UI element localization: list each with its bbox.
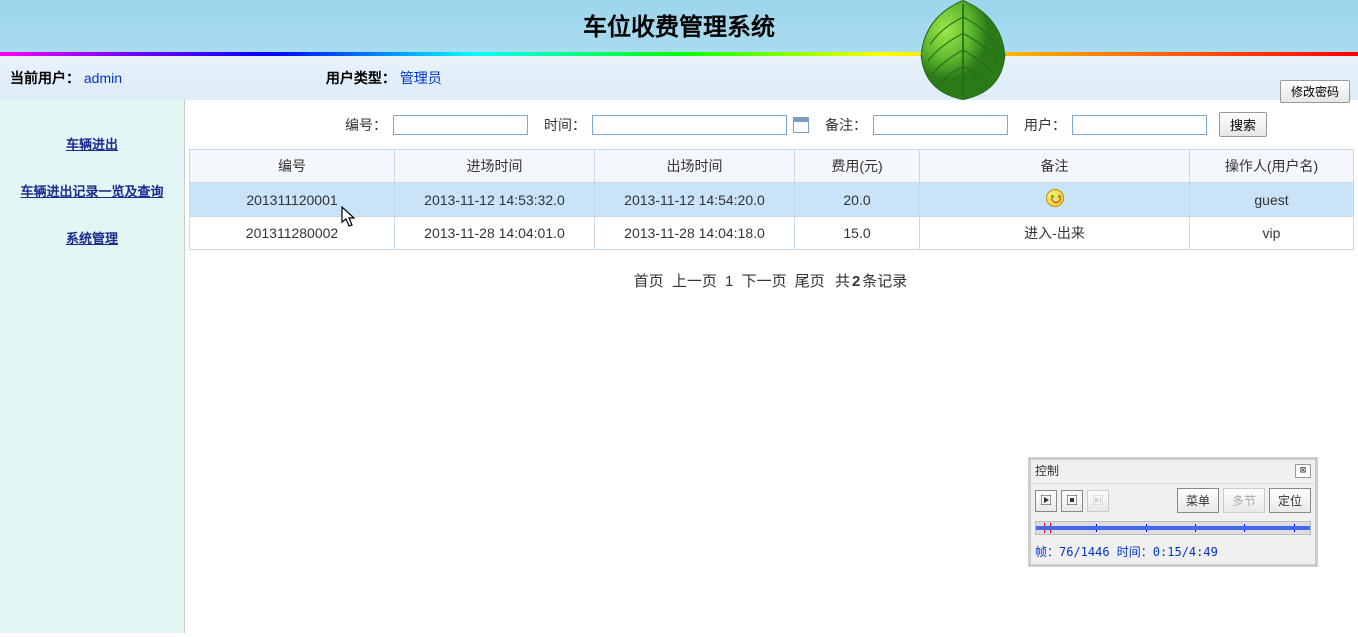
cell-note: [920, 183, 1190, 217]
control-status: 帧：76/1446 时间：0:15/4:49: [1031, 539, 1315, 564]
menu-button[interactable]: 菜单: [1177, 488, 1219, 513]
page-prev-link[interactable]: 上一页: [672, 273, 717, 290]
pagination: 首页 上一页 1 下一页 尾页 共2条记录: [185, 250, 1358, 311]
sidebar-item-system-manage[interactable]: 系统管理: [0, 214, 184, 261]
smiley-icon: [1046, 189, 1064, 207]
header-banner: 车位收费管理系统: [0, 0, 1358, 56]
app-title: 车位收费管理系统: [583, 14, 775, 41]
table-header-row: 编号 进场时间 出场时间 费用(元) 备注 操作人(用户名): [190, 150, 1354, 183]
user-type-value: 管理员: [400, 70, 442, 86]
col-header-fee: 费用(元): [795, 150, 920, 183]
control-buttons: 菜单 多节 定位: [1031, 484, 1315, 517]
control-panel: 控制 ⊠ 菜单 多节 定位 帧：76/1446 时间：0:15/4:49: [1028, 457, 1318, 567]
page-first-link[interactable]: 首页: [634, 273, 664, 290]
stop-button[interactable]: [1061, 490, 1083, 512]
search-id-input[interactable]: [393, 115, 528, 135]
progress-track[interactable]: [1035, 521, 1311, 535]
user-type-label: 用户类型：: [326, 70, 396, 86]
page-total: 共2条记录: [833, 273, 909, 290]
cell-user: guest: [1190, 183, 1354, 217]
play-button[interactable]: [1035, 490, 1057, 512]
cell-in-time: 2013-11-12 14:53:32.0: [395, 183, 595, 217]
records-table: 编号 进场时间 出场时间 费用(元) 备注 操作人(用户名) 201311120…: [189, 149, 1354, 250]
col-header-in-time: 进场时间: [395, 150, 595, 183]
col-header-note: 备注: [920, 150, 1190, 183]
search-bar: 编号： 时间： 备注： 用户： 搜索: [185, 100, 1358, 149]
table-row[interactable]: 201311120001 2013-11-12 14:53:32.0 2013-…: [190, 183, 1354, 217]
user-info-bar: 当前用户： admin 用户类型： 管理员 修改密码: [0, 56, 1358, 100]
table-row[interactable]: 201311280002 2013-11-28 14:04:01.0 2013-…: [190, 217, 1354, 250]
locate-button[interactable]: 定位: [1269, 488, 1311, 513]
search-user-label: 用户：: [1024, 115, 1066, 135]
sidebar-item-vehicle-inout[interactable]: 车辆进出: [0, 120, 184, 167]
change-password-button[interactable]: 修改密码: [1280, 80, 1350, 103]
page-current: 1: [725, 273, 733, 290]
cell-id: 201311120001: [190, 183, 395, 217]
page-next-link[interactable]: 下一页: [742, 273, 787, 290]
search-note-label: 备注：: [825, 115, 867, 135]
control-header: 控制 ⊠: [1031, 460, 1315, 484]
search-time-label: 时间：: [544, 115, 586, 135]
cell-user: vip: [1190, 217, 1354, 250]
sidebar-item-records-query[interactable]: 车辆进出记录一览及查询: [0, 167, 184, 214]
sidebar: 车辆进出 车辆进出记录一览及查询 系统管理: [0, 100, 185, 633]
skip-button: [1087, 490, 1109, 512]
search-button[interactable]: 搜索: [1219, 112, 1267, 137]
control-title: 控制: [1035, 462, 1059, 479]
multi-section-button: 多节: [1223, 488, 1265, 513]
current-user-label: 当前用户：: [10, 70, 80, 86]
col-header-id: 编号: [190, 150, 395, 183]
current-user-value: admin: [84, 70, 122, 86]
cell-out-time: 2013-11-12 14:54:20.0: [595, 183, 795, 217]
search-user-input[interactable]: [1072, 115, 1207, 135]
search-time-input[interactable]: [592, 115, 787, 135]
calendar-icon[interactable]: [793, 117, 809, 133]
cell-in-time: 2013-11-28 14:04:01.0: [395, 217, 595, 250]
col-header-user: 操作人(用户名): [1190, 150, 1354, 183]
leaf-icon: [908, 0, 1018, 105]
control-close-button[interactable]: ⊠: [1295, 464, 1311, 478]
cell-note: 进入-出来: [920, 217, 1190, 250]
cell-fee: 15.0: [795, 217, 920, 250]
cell-fee: 20.0: [795, 183, 920, 217]
cell-id: 201311280002: [190, 217, 395, 250]
page-last-link[interactable]: 尾页: [795, 273, 825, 290]
search-note-input[interactable]: [873, 115, 1008, 135]
search-id-label: 编号：: [345, 115, 387, 135]
col-header-out-time: 出场时间: [595, 150, 795, 183]
cell-out-time: 2013-11-28 14:04:18.0: [595, 217, 795, 250]
